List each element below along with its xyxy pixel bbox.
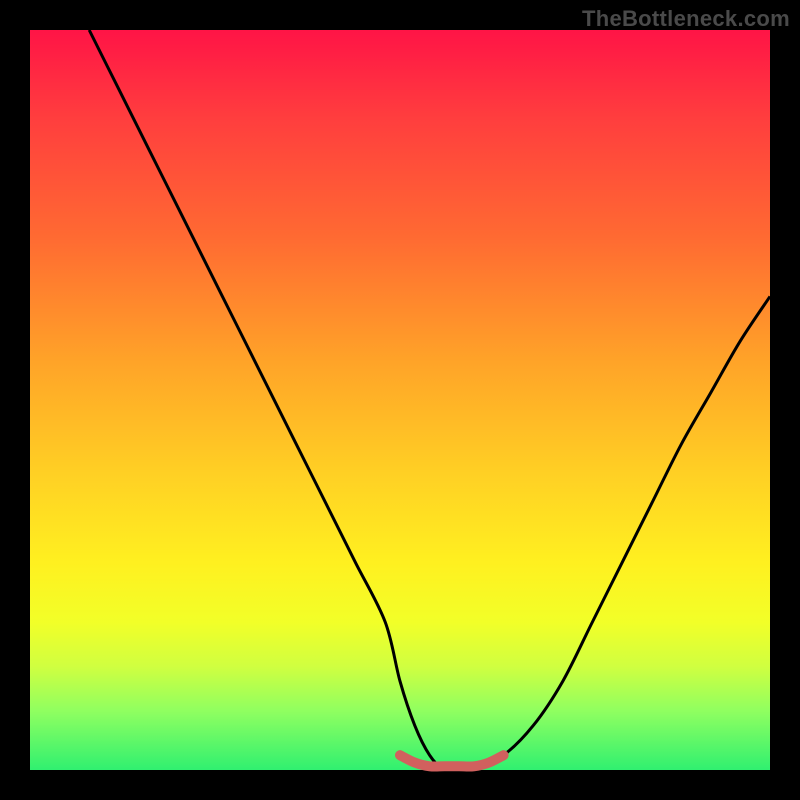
watermark-text: TheBottleneck.com (582, 6, 790, 32)
chart-frame: TheBottleneck.com (0, 0, 800, 800)
plot-background (30, 30, 770, 770)
bottleneck-curve-path (89, 30, 770, 771)
curve-layer (30, 30, 770, 770)
zero-bottleneck-flat-path (400, 755, 504, 766)
